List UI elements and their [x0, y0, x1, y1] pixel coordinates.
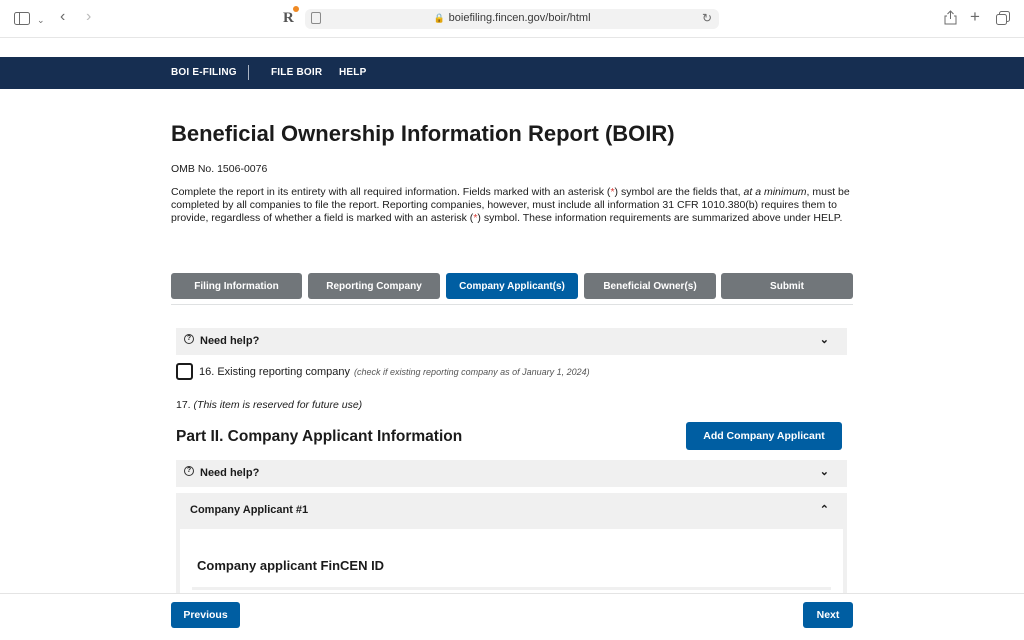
step-submit[interactable]: Submit — [721, 273, 853, 299]
existing-company-label[interactable]: 16. Existing reporting company (check if … — [199, 366, 590, 378]
url-text: boiefiling.fincen.gov/boir/html — [448, 12, 591, 24]
step-beneficial-owners[interactable]: Beneficial Owner(s) — [584, 273, 716, 299]
company-applicant-1-panel: Company applicant FinCEN ID — [176, 529, 847, 601]
existing-company-hint: (check if existing reporting company as … — [354, 367, 590, 377]
nav-boi-efiling[interactable]: BOI E-FILING — [171, 67, 237, 78]
lock-icon: 🔒 — [433, 13, 445, 23]
tab-overview-icon[interactable] — [996, 11, 1010, 27]
form-footer: Previous Next — [0, 593, 1024, 640]
chevron-up-icon: ⌃ — [819, 504, 829, 516]
item-17: 17. (This item is reserved for future us… — [176, 399, 363, 411]
address-bar[interactable]: 🔒 boiefiling.fincen.gov/boir/html ↻ — [305, 9, 719, 29]
next-button[interactable]: Next — [803, 602, 853, 628]
fincen-id-heading: Company applicant FinCEN ID — [197, 558, 385, 573]
help-icon: ? — [184, 466, 194, 476]
new-tab-icon[interactable]: + — [970, 8, 980, 25]
need-help-accordion-2[interactable]: ? Need help? ⌄ — [176, 460, 847, 487]
share-icon[interactable] — [944, 10, 957, 27]
previous-button[interactable]: Previous — [171, 602, 240, 628]
page-title: Beneficial Ownership Information Report … — [171, 121, 675, 146]
back-icon[interactable]: ‹ — [60, 9, 65, 25]
site-nav: BOI E-FILING FILE BOIR HELP — [0, 57, 1024, 89]
part-2-title: Part II. Company Applicant Information — [176, 428, 463, 445]
nav-divider — [248, 65, 249, 80]
sidebar-toggle-icon[interactable] — [14, 12, 30, 27]
existing-company-checkbox[interactable] — [176, 363, 193, 380]
step-navigation: Filing Information Reporting Company Com… — [171, 273, 853, 299]
need-help-label: Need help? — [200, 467, 260, 479]
need-help-label: Need help? — [200, 335, 260, 347]
company-applicant-1-header[interactable]: Company Applicant #1 ⌃ — [176, 493, 847, 529]
forward-icon[interactable]: › — [86, 9, 91, 25]
help-icon: ? — [184, 334, 194, 344]
chevron-down-icon: ⌄ — [819, 466, 829, 478]
chevron-down-icon: ⌄ — [819, 334, 829, 346]
company-applicant-1-label: Company Applicant #1 — [190, 504, 309, 516]
add-company-applicant-button[interactable]: Add Company Applicant — [686, 422, 842, 450]
extension-icon[interactable]: R — [283, 6, 299, 27]
reload-icon[interactable]: ↻ — [702, 11, 712, 25]
tab-group-chevron-icon[interactable]: ⌄ — [37, 13, 45, 27]
need-help-accordion[interactable]: ? Need help? ⌄ — [176, 328, 847, 355]
nav-file-boir[interactable]: FILE BOIR — [271, 67, 322, 78]
section-divider — [192, 587, 831, 590]
step-reporting-company[interactable]: Reporting Company — [308, 273, 440, 299]
step-filing-information[interactable]: Filing Information — [171, 273, 302, 299]
browser-toolbar: ⌄ ‹ › R 🔒 boiefiling.fincen.gov/boir/html… — [0, 0, 1024, 38]
page-description: Complete the report in its entirety with… — [171, 186, 850, 224]
step-company-applicants[interactable]: Company Applicant(s) — [446, 273, 578, 299]
omb-number: OMB No. 1506-0076 — [171, 163, 268, 175]
nav-help[interactable]: HELP — [339, 67, 366, 78]
divider — [171, 304, 853, 305]
